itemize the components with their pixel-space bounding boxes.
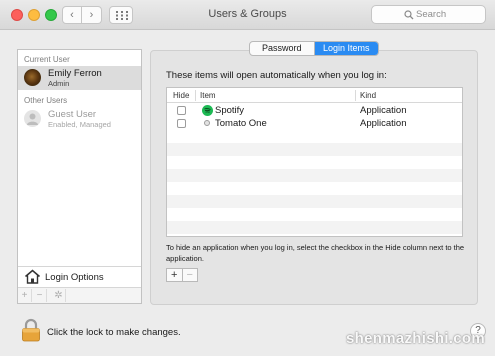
search-field[interactable] <box>371 5 486 24</box>
users-sidebar: Current User Emily Ferron Admin Other Us… <box>17 49 142 304</box>
user-role: Enabled, Managed <box>48 120 111 129</box>
remove-login-item-button[interactable]: − <box>183 269 198 281</box>
lock-icon[interactable] <box>21 318 41 342</box>
tab-bar: Password Login Items <box>249 41 379 56</box>
table-stripe <box>167 221 462 234</box>
tomato-one-icon <box>204 120 210 126</box>
user-role: Admin <box>48 79 70 88</box>
user-avatar <box>24 69 41 86</box>
table-row[interactable]: Tomato One Application <box>167 117 462 130</box>
sidebar-user-guest[interactable]: Guest User Enabled, Managed <box>18 107 141 131</box>
spotify-icon <box>202 105 213 116</box>
add-user-button[interactable]: + <box>18 289 32 302</box>
user-name: Emily Ferron <box>48 68 102 79</box>
grid-icon <box>116 11 128 20</box>
sidebar-toolbar: + − ✲ <box>18 287 141 303</box>
column-kind[interactable]: Kind <box>360 91 376 100</box>
column-divider <box>195 90 196 101</box>
item-name: Tomato One <box>215 118 267 129</box>
forward-button[interactable]: › <box>82 6 102 24</box>
column-divider <box>355 90 356 101</box>
show-all-button[interactable] <box>109 6 133 24</box>
table-stripe <box>167 182 462 195</box>
login-items-intro: These items will open automatically when… <box>166 70 387 81</box>
login-items-table: Hide Item Kind Spotify Application Tomat… <box>166 87 463 237</box>
column-hide[interactable]: Hide <box>173 91 189 100</box>
table-stripe <box>167 208 462 221</box>
login-items-toolbar: + − <box>166 268 198 282</box>
sidebar-user-emily-ferron[interactable]: Emily Ferron Admin <box>18 66 141 90</box>
table-row[interactable]: Spotify Application <box>167 104 462 117</box>
column-item[interactable]: Item <box>200 91 216 100</box>
hide-help-text: To hide an application when you log in, … <box>166 243 465 263</box>
back-button[interactable]: ‹ <box>62 6 82 24</box>
add-login-item-button[interactable]: + <box>167 269 183 281</box>
user-name: Guest User <box>48 109 97 120</box>
table-stripe <box>167 195 462 208</box>
login-options-item[interactable]: Login Options <box>18 266 141 286</box>
table-stripe <box>167 169 462 182</box>
title-bar: ‹ › Users & Groups <box>0 0 495 30</box>
window-title: Users & Groups <box>208 8 287 20</box>
table-stripe <box>167 130 462 143</box>
tab-password[interactable]: Password <box>250 42 315 55</box>
guest-avatar-icon <box>24 110 41 127</box>
house-icon <box>24 269 41 284</box>
tab-login-items[interactable]: Login Items <box>314 42 378 55</box>
watermark: shenmazhishi.com <box>346 330 486 347</box>
login-options-label: Login Options <box>45 272 104 283</box>
item-name: Spotify <box>215 105 245 116</box>
current-user-heading: Current User <box>24 55 70 64</box>
zoom-window-button[interactable] <box>45 9 57 21</box>
search-icon <box>404 10 414 20</box>
hide-checkbox[interactable] <box>177 119 186 128</box>
other-users-heading: Other Users <box>24 96 68 105</box>
hide-checkbox[interactable] <box>177 106 186 115</box>
item-kind: Application <box>360 105 407 116</box>
item-kind: Application <box>360 118 407 129</box>
search-input[interactable] <box>416 8 482 21</box>
table-stripe <box>167 156 462 169</box>
close-window-button[interactable] <box>11 9 23 21</box>
table-header: Hide Item Kind <box>167 88 462 103</box>
minimize-window-button[interactable] <box>28 9 40 21</box>
lock-text: Click the lock to make changes. <box>47 327 181 338</box>
table-stripe <box>167 143 462 156</box>
remove-user-button[interactable]: − <box>33 289 47 302</box>
gear-icon[interactable]: ✲ <box>52 289 66 302</box>
